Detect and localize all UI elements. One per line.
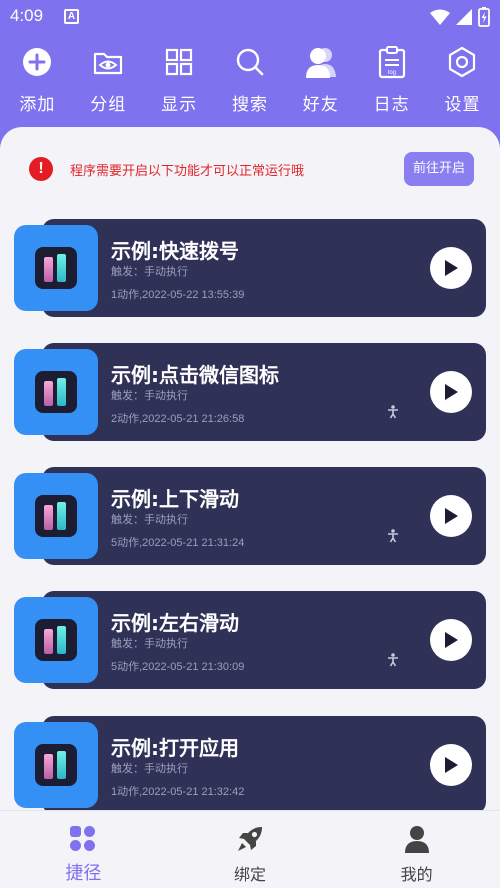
nav-label: 捷径 xyxy=(65,863,102,884)
folder-eye-icon xyxy=(94,52,123,75)
accessibility-icon xyxy=(388,529,398,543)
log-icon: log xyxy=(378,46,405,79)
script-app-icon xyxy=(14,722,98,808)
friends-icon xyxy=(305,48,336,78)
toolbar-label: 设置 xyxy=(444,95,481,115)
script-meta: 5动作,2022-05-21 21:30:09 xyxy=(111,661,245,673)
toolbar-label: 日志 xyxy=(373,95,410,115)
script-trigger: 触发：手动执行 xyxy=(111,637,188,650)
toolbar-label: 分组 xyxy=(90,95,127,115)
script-title: 示例:点击微信图标 xyxy=(111,363,279,387)
settings-hexagon-icon xyxy=(449,46,476,78)
toolbar-label: 添加 xyxy=(19,95,56,115)
card-panel xyxy=(42,219,486,317)
script-title: 示例:左右滑动 xyxy=(111,611,239,635)
nav-shortcuts[interactable]: 捷径 xyxy=(0,811,167,888)
search-icon xyxy=(236,48,264,76)
play-button[interactable] xyxy=(430,247,472,289)
status-bar: 4:09 A xyxy=(0,0,500,36)
script-card[interactable]: 示例:打开应用 触发：手动执行 1动作,2022-05-21 21:32:42 xyxy=(14,716,486,814)
bottom-nav: 捷径 绑定 我的 xyxy=(0,810,500,888)
script-meta: 1动作,2022-05-21 21:32:42 xyxy=(111,786,245,798)
script-app-icon xyxy=(14,473,98,559)
signal-icon xyxy=(456,9,472,25)
script-title: 示例:上下滑动 xyxy=(111,487,239,511)
accessibility-icon xyxy=(388,405,398,419)
play-button[interactable] xyxy=(430,495,472,537)
battery-charging-icon xyxy=(478,7,490,27)
script-trigger: 触发：手动执行 xyxy=(111,513,188,526)
svg-text:log: log xyxy=(388,70,396,76)
toolbar-label: 好友 xyxy=(302,95,339,115)
play-icon xyxy=(445,508,458,524)
card-panel xyxy=(42,591,486,689)
script-trigger: 触发：手动执行 xyxy=(111,389,188,402)
top-toolbar: 添加 分组 显示 搜索 好友 log 日志 设置 xyxy=(0,42,500,118)
toolbar-display[interactable]: 显示 xyxy=(145,42,213,118)
script-meta: 1动作,2022-05-22 13:55:39 xyxy=(111,289,245,301)
notice-text: 程序需要开启以下功能才可以正常运行哦 xyxy=(70,163,305,179)
nav-bind[interactable]: 绑定 xyxy=(167,811,334,888)
accessibility-icon xyxy=(388,653,398,667)
notification-a-icon: A xyxy=(64,9,79,24)
toolbar-search[interactable]: 搜索 xyxy=(216,42,284,118)
play-icon xyxy=(445,632,458,648)
script-card[interactable]: 示例:左右滑动 触发：手动执行 5动作,2022-05-21 21:30:09 xyxy=(14,591,486,689)
card-panel xyxy=(42,343,486,441)
play-icon xyxy=(445,384,458,400)
toolbar-friends[interactable]: 好友 xyxy=(287,42,355,118)
toolbar-add[interactable]: 添加 xyxy=(3,42,71,118)
script-app-icon xyxy=(14,225,98,311)
status-time: 4:09 xyxy=(10,6,44,25)
play-icon xyxy=(445,260,458,276)
enable-permissions-button[interactable]: 前往开启 xyxy=(404,152,474,186)
person-icon xyxy=(404,826,429,853)
wifi-icon xyxy=(430,9,450,25)
system-icons xyxy=(430,7,490,27)
play-button[interactable] xyxy=(430,744,472,786)
script-trigger: 触发：手动执行 xyxy=(111,265,188,278)
script-app-icon xyxy=(14,597,98,683)
script-meta: 5动作,2022-05-21 21:31:24 xyxy=(111,537,245,549)
nav-label: 绑定 xyxy=(234,865,267,884)
rocket-icon xyxy=(238,827,262,851)
script-card[interactable]: 示例:快速拨号 触发：手动执行 1动作,2022-05-22 13:55:39 xyxy=(14,219,486,317)
card-panel xyxy=(42,467,486,565)
script-title: 示例:快速拨号 xyxy=(111,239,239,263)
script-trigger: 触发：手动执行 xyxy=(111,762,188,775)
play-button[interactable] xyxy=(430,619,472,661)
plus-circle-icon xyxy=(23,48,52,76)
script-app-icon xyxy=(14,349,98,435)
toolbar-log[interactable]: log 日志 xyxy=(358,42,426,118)
nav-label: 我的 xyxy=(400,865,433,884)
script-card[interactable]: 示例:上下滑动 触发：手动执行 5动作,2022-05-21 21:31:24 xyxy=(14,467,486,565)
play-icon xyxy=(445,757,458,773)
toolbar-settings[interactable]: 设置 xyxy=(428,42,496,118)
shortcut-grid-icon xyxy=(70,826,96,851)
permission-notice: ! 程序需要开启以下功能才可以正常运行哦 前往开启 xyxy=(22,149,478,189)
main-content: ! 程序需要开启以下功能才可以正常运行哦 前往开启 示例:快速拨号 触发：手动执… xyxy=(0,127,500,814)
script-meta: 2动作,2022-05-21 21:26:58 xyxy=(111,413,245,425)
play-button[interactable] xyxy=(430,371,472,413)
grid-icon xyxy=(166,48,193,76)
card-panel xyxy=(42,716,486,814)
script-title: 示例:打开应用 xyxy=(111,736,239,760)
toolbar-label: 显示 xyxy=(161,95,198,115)
toolbar-group[interactable]: 分组 xyxy=(74,42,142,118)
nav-mine[interactable]: 我的 xyxy=(333,811,500,888)
warning-icon: ! xyxy=(29,157,53,181)
toolbar-label: 搜索 xyxy=(231,95,268,115)
script-card[interactable]: 示例:点击微信图标 触发：手动执行 2动作,2022-05-21 21:26:5… xyxy=(14,343,486,441)
